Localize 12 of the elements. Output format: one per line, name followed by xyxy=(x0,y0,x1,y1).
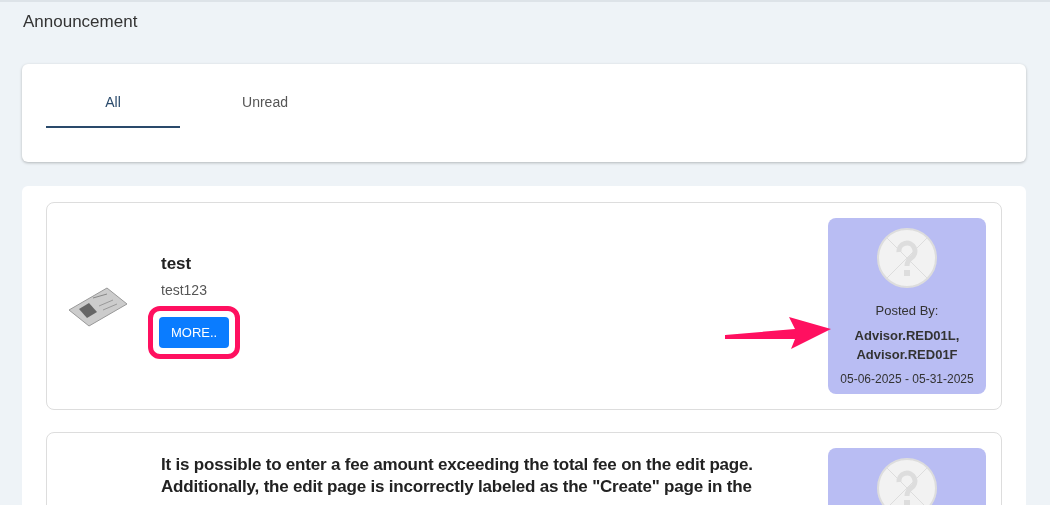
poster-names: Advisor.RED01L, Advisor.RED01F xyxy=(853,326,961,364)
page-title: Announcement xyxy=(23,12,139,32)
announcement-title: test xyxy=(161,253,193,276)
tab[interactable]: All xyxy=(46,64,180,128)
announcement-title: It is possible to enter a fee amount exceeding the total fee on the edit page. Additionally, the edit page is incorrectly labeled as the "Create" page in the xyxy=(161,454,754,499)
placeholder-avatar-icon xyxy=(877,458,937,505)
more-button[interactable]: MORE.. xyxy=(159,316,230,348)
announcement-description: test123 xyxy=(161,281,208,298)
placeholder-avatar-icon xyxy=(877,228,937,288)
posted-by-label: Posted By: xyxy=(875,302,939,320)
date-range: 05-06-2025 - 05-31-2025 xyxy=(840,370,974,388)
tab[interactable]: Unread xyxy=(198,64,332,128)
